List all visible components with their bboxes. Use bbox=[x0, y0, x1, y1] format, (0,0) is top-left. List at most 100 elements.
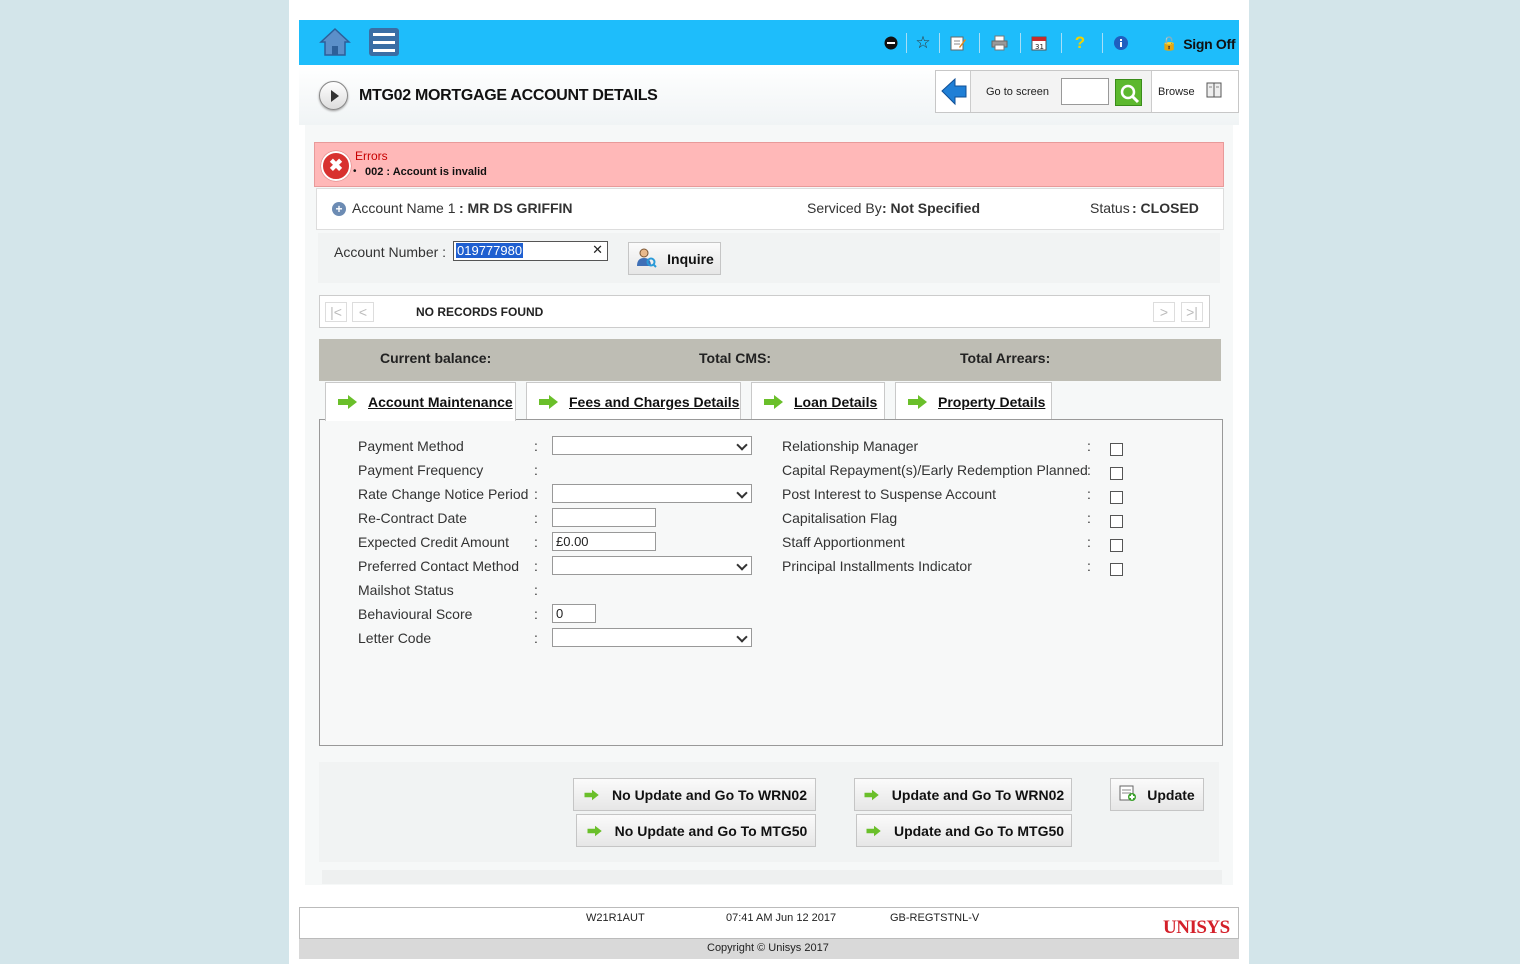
staff-apportionment-checkbox[interactable] bbox=[1110, 539, 1123, 552]
post-interest-suspense-label: Post Interest to Suspense Account bbox=[782, 486, 997, 502]
total-arrears-label: Total Arrears: bbox=[960, 350, 1051, 366]
green-arrow-icon bbox=[587, 825, 602, 836]
unisys-logo: UNISYS bbox=[1163, 917, 1230, 938]
account-name-value: : MR DS GRIFFIN bbox=[459, 200, 573, 216]
records-status: NO RECORDS FOUND bbox=[416, 305, 544, 319]
footer: W21R1AUT 07:41 AM Jun 12 2017 GB-REGTSTN… bbox=[299, 907, 1239, 939]
search-button[interactable] bbox=[1115, 79, 1142, 106]
green-arrow-icon bbox=[338, 395, 358, 409]
footer-user: W21R1AUT bbox=[586, 912, 645, 924]
error-title: Errors bbox=[355, 149, 388, 163]
behavioural-score-input[interactable]: 0 bbox=[552, 604, 596, 623]
tab-fees-and-charges[interactable]: Fees and Charges Details bbox=[526, 382, 741, 420]
re-contract-date-label: Re-Contract Date bbox=[358, 510, 467, 526]
capitalisation-flag-label: Capitalisation Flag bbox=[782, 510, 898, 526]
account-name-label: Account Name 1 bbox=[352, 200, 456, 216]
goto-panel: Go to screen Browse bbox=[935, 70, 1239, 113]
clear-icon[interactable]: ✕ bbox=[592, 242, 603, 258]
goto-label: Go to screen bbox=[986, 86, 1049, 98]
current-balance-label: Current balance: bbox=[380, 350, 492, 366]
error-message: 002 : Account is invalid bbox=[365, 166, 487, 178]
green-arrow-icon bbox=[764, 394, 784, 409]
account-number-input[interactable]: 019777980 ✕ bbox=[453, 241, 608, 261]
total-cms-label: Total CMS: bbox=[699, 350, 772, 366]
copyright: Copyright © Unisys 2017 bbox=[707, 942, 829, 954]
update-mtg50-button[interactable]: Update and Go To MTG50 bbox=[856, 814, 1072, 847]
play-icon[interactable] bbox=[319, 81, 348, 110]
update-wrn02-button[interactable]: Update and Go To WRN02 bbox=[854, 778, 1072, 811]
prev-page-icon[interactable]: < bbox=[352, 302, 374, 322]
home-icon[interactable] bbox=[319, 27, 351, 57]
footer-datetime: 07:41 AM Jun 12 2017 bbox=[726, 912, 837, 924]
expected-credit-amount-label: Expected Credit Amount bbox=[358, 534, 509, 550]
status-value: : CLOSED bbox=[1132, 200, 1199, 216]
menu-icon[interactable] bbox=[369, 28, 399, 56]
no-update-wrn02-button[interactable]: No Update and Go To WRN02 bbox=[573, 778, 816, 811]
post-interest-suspense-checkbox[interactable] bbox=[1110, 491, 1123, 504]
behavioural-score-label: Behavioural Score bbox=[358, 606, 473, 622]
relationship-manager-checkbox[interactable] bbox=[1110, 443, 1123, 456]
green-arrow-icon bbox=[908, 394, 928, 409]
lock-icon: 🔓 bbox=[1161, 36, 1178, 51]
inquire-button[interactable]: Inquire bbox=[628, 242, 721, 275]
page-title: MTG02 MORTGAGE ACCOUNT DETAILS bbox=[359, 87, 658, 104]
tab-account-maintenance[interactable]: Account Maintenance bbox=[325, 382, 516, 421]
capitalisation-flag-checkbox[interactable] bbox=[1110, 515, 1123, 528]
serviced-by-label: Serviced By bbox=[807, 200, 882, 216]
capital-repayment-checkbox[interactable] bbox=[1110, 467, 1123, 480]
back-button[interactable] bbox=[936, 71, 971, 112]
no-entry-icon[interactable] bbox=[882, 34, 900, 52]
last-page-icon[interactable]: >| bbox=[1181, 302, 1203, 322]
principal-installments-checkbox[interactable] bbox=[1110, 563, 1123, 576]
relationship-manager-label: Relationship Manager bbox=[782, 438, 919, 454]
error-box: ✖ Errors • 002 : Account is invalid bbox=[314, 142, 1224, 187]
edit-icon[interactable] bbox=[949, 34, 967, 52]
help-icon[interactable]: ? bbox=[1071, 33, 1089, 52]
payment-method-label: Payment Method bbox=[358, 438, 464, 454]
mailshot-status-label: Mailshot Status bbox=[358, 582, 454, 598]
update-button[interactable]: Update bbox=[1110, 778, 1204, 811]
preferred-contact-method-select[interactable] bbox=[552, 556, 752, 575]
letter-code-select[interactable] bbox=[552, 628, 752, 647]
payment-method-select[interactable] bbox=[552, 436, 752, 455]
svg-text:31: 31 bbox=[1035, 43, 1044, 51]
green-arrow-icon bbox=[864, 789, 879, 800]
top-toolbar: ☆ 31 ? 🔓 Sign Off bbox=[299, 20, 1239, 65]
green-arrow-icon bbox=[866, 825, 881, 836]
no-update-mtg50-button[interactable]: No Update and Go To MTG50 bbox=[576, 814, 816, 847]
sign-off-button[interactable]: 🔓 Sign Off bbox=[1161, 34, 1236, 54]
user-search-icon bbox=[635, 246, 657, 271]
serviced-by-value: : Not Specified bbox=[882, 200, 981, 216]
records-nav: |< < NO RECORDS FOUND > >| bbox=[319, 295, 1210, 328]
green-arrow-icon bbox=[584, 789, 600, 800]
capital-repayment-label: Capital Repayment(s)/Early Redemption Pl… bbox=[782, 462, 1088, 478]
tab-loan-details[interactable]: Loan Details bbox=[751, 382, 885, 420]
rate-change-notice-select[interactable] bbox=[552, 484, 752, 503]
save-icon bbox=[1119, 784, 1137, 805]
calendar-icon[interactable]: 31 bbox=[1030, 34, 1048, 52]
letter-code-label: Letter Code bbox=[358, 630, 432, 646]
expand-icon[interactable]: + bbox=[332, 202, 346, 216]
error-icon: ✖ bbox=[321, 151, 351, 181]
browse-button[interactable]: Browse bbox=[1152, 71, 1238, 112]
re-contract-date-input[interactable] bbox=[552, 508, 656, 527]
payment-frequency-label: Payment Frequency bbox=[358, 462, 484, 478]
actions-area bbox=[319, 762, 1219, 862]
info-icon[interactable] bbox=[1112, 34, 1130, 52]
account-header: + Account Name 1 : MR DS GRIFFIN Service… bbox=[316, 188, 1224, 230]
preferred-contact-method-label: Preferred Contact Method bbox=[358, 558, 520, 574]
summary-bar: Current balance: Total CMS: Total Arrear… bbox=[319, 339, 1221, 381]
staff-apportionment-label: Staff Apportionment bbox=[782, 534, 905, 550]
star-icon[interactable]: ☆ bbox=[914, 33, 932, 52]
goto-input[interactable] bbox=[1061, 78, 1109, 105]
next-page-icon[interactable]: > bbox=[1153, 302, 1175, 322]
principal-installments-label: Principal Installments Indicator bbox=[782, 558, 972, 574]
print-icon[interactable] bbox=[990, 34, 1008, 52]
green-arrow-icon bbox=[539, 394, 559, 409]
first-page-icon[interactable]: |< bbox=[325, 302, 347, 322]
footer-region: GB-REGTSTNL-V bbox=[890, 912, 980, 924]
status-label: Status bbox=[1090, 200, 1130, 216]
tab-property-details[interactable]: Property Details bbox=[895, 382, 1052, 420]
expected-credit-amount-input[interactable]: £0.00 bbox=[552, 532, 656, 551]
copyright-bar: Copyright © Unisys 2017 bbox=[299, 939, 1239, 959]
